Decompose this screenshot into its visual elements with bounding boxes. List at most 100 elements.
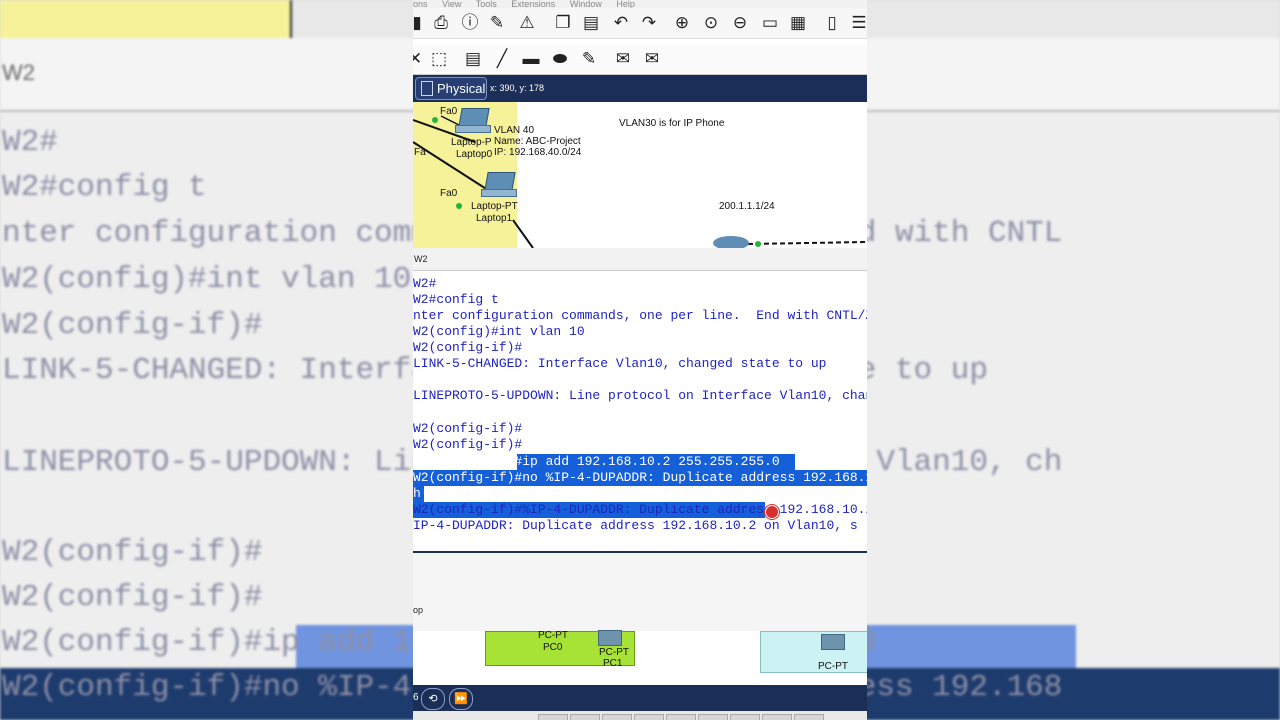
- select-icon[interactable]: ⬚: [429, 49, 449, 69]
- terminal-line-selected: W2(config-if)#no %IP-4-DUPADDR: Duplicat…: [413, 470, 867, 485]
- device-slot[interactable]: [538, 714, 568, 720]
- vlan-area-green: PC-PT PC0 PC-PT PC1: [485, 630, 635, 669]
- bg-line: W2#: [2, 125, 58, 160]
- info-icon[interactable]: ⓘ: [460, 13, 480, 33]
- link-line: [512, 219, 534, 248]
- save-icon[interactable]: ▮: [413, 13, 427, 33]
- device-slot[interactable]: [666, 714, 696, 720]
- link-status-dot: [755, 241, 761, 247]
- device-slot[interactable]: [794, 714, 824, 720]
- drawing-palette-icon[interactable]: ▭: [760, 13, 780, 33]
- router-icon[interactable]: [713, 236, 749, 248]
- device-palette-strip: [413, 711, 867, 720]
- packet-tracer-window: ons View Tools Extensions Window Help ▮ …: [413, 0, 867, 720]
- topology-canvas[interactable]: Fa0 Fa Fa0 Laptop-P Laptop0 Laptop-PT La…: [413, 102, 867, 248]
- main-toolbar: ▮ ⎙ ⓘ ✎ ⚠ ❐ ▤ ↶ ↷ ⊕ ⊙ ⊖ ▭ ▦ ▯ ☰: [413, 8, 867, 39]
- terminal-line: W2#config t: [413, 292, 499, 307]
- activity-wizard-icon[interactable]: ⚠: [517, 13, 537, 33]
- copy-icon[interactable]: ❐: [553, 13, 573, 33]
- cli-footer-label: op: [413, 605, 424, 615]
- terminal-line: IP-4-DUPADDR: Duplicate address 192.168.…: [413, 518, 858, 533]
- pc1-name: PC1: [603, 658, 623, 669]
- terminal-line: W2#: [413, 276, 437, 291]
- realtime-clock-icon[interactable]: ⟲: [421, 688, 445, 710]
- device-slot[interactable]: [698, 714, 728, 720]
- fast-forward-icon[interactable]: ⏩: [449, 688, 473, 710]
- cli-footer: op: [413, 553, 867, 631]
- bg-line: W2(config-if)#: [2, 308, 263, 343]
- pc2-icon[interactable]: [821, 634, 845, 650]
- menu-item[interactable]: Window: [570, 0, 602, 8]
- vlan40-ip: IP: 192.168.40.0/24: [494, 147, 582, 158]
- vlan-area-cyan: PC-PT: [760, 631, 867, 673]
- laptop1-icon[interactable]: [481, 172, 517, 197]
- pc1-icon[interactable]: [598, 630, 622, 646]
- simulation-status-bar: 6 ⟲ ⏩: [413, 685, 867, 711]
- device-slot[interactable]: [634, 714, 664, 720]
- status-digit: 6: [413, 692, 419, 703]
- vlan40-title: VLAN 40: [494, 125, 535, 136]
- zoom-reset-icon[interactable]: ⊙: [701, 13, 721, 33]
- terminal-line-selected: W2(config-if)#ip add 192.168.10.2 255.25…: [413, 454, 780, 469]
- menu-item[interactable]: Help: [616, 0, 635, 8]
- undo-icon[interactable]: ↶: [611, 13, 631, 33]
- bg-line: W2(config-if)#: [2, 580, 263, 615]
- pc1-type: PC-PT: [599, 647, 629, 658]
- network-wizard-icon[interactable]: ✎: [487, 13, 507, 33]
- simple-pdu-icon[interactable]: ✉: [613, 49, 633, 69]
- link-status-dot: [456, 203, 462, 209]
- bg-yellow-area: [0, 0, 290, 38]
- device-slot[interactable]: [570, 714, 600, 720]
- cli-window-titlebar: W2: [413, 248, 867, 271]
- close-icon[interactable]: ✕: [413, 49, 425, 69]
- custom-device-icon[interactable]: ▦: [788, 13, 808, 33]
- menu-bar: ons View Tools Extensions Window Help: [413, 0, 867, 8]
- link-line: [747, 241, 867, 245]
- laptop1-name: Laptop1: [476, 213, 513, 224]
- mouse-cursor-indicator: [765, 505, 779, 519]
- laptop0-name: Laptop0: [456, 149, 493, 160]
- rectangle-icon[interactable]: ▬: [521, 49, 541, 69]
- bg-line: W2#config t: [2, 170, 207, 205]
- router-ip-label: 200.1.1.1/24: [719, 201, 775, 212]
- paste-icon[interactable]: ▤: [581, 13, 601, 33]
- cursor-coordinates: x: 390, y: 178: [490, 83, 545, 93]
- vlan30-note: VLAN30 is for IP Phone: [619, 118, 725, 129]
- note-icon[interactable]: ▤: [463, 49, 483, 69]
- tab-physical[interactable]: Physical: [415, 77, 487, 100]
- device-slot[interactable]: [602, 714, 632, 720]
- laptop0-type: Laptop-P: [451, 137, 492, 148]
- viewport-icon[interactable]: ▯: [822, 13, 842, 33]
- lower-topology-canvas[interactable]: PC-PT PC0 PC-PT PC1 PC-PT: [413, 630, 867, 685]
- menu-item[interactable]: View: [442, 0, 461, 8]
- terminal-line: W2(config)#int vlan 10: [413, 324, 585, 339]
- complex-pdu-icon[interactable]: ✉: [642, 49, 662, 69]
- device-slot[interactable]: [762, 714, 792, 720]
- cli-terminal[interactable]: W2# W2#config t nter configuration comma…: [413, 271, 867, 553]
- print-icon[interactable]: ⎙: [431, 13, 451, 33]
- terminal-line-partial-selected: W2(config-if)#%IP-4-DUPADDR: Duplicate a…: [413, 502, 867, 517]
- tab-physical-label: Physical: [437, 81, 486, 96]
- menu-item[interactable]: Extensions: [511, 0, 555, 8]
- freeform-icon[interactable]: ✎: [579, 49, 599, 69]
- zoom-out-icon[interactable]: ⊖: [730, 13, 750, 33]
- terminal-line: W2(config-if)#: [413, 340, 523, 355]
- bg-line: W2(config-if)#: [2, 535, 263, 570]
- redo-icon[interactable]: ↷: [639, 13, 659, 33]
- device-slot[interactable]: [730, 714, 760, 720]
- terminal-line: W2(config-if)#: [413, 437, 523, 452]
- pc0-type: PC-PT: [538, 630, 568, 641]
- overflow-icon[interactable]: ☰: [849, 13, 867, 33]
- terminal-line: LINK-5-CHANGED: Interface Vlan10, change…: [413, 356, 827, 371]
- port-label: Fa: [414, 147, 426, 158]
- menu-item[interactable]: ons: [413, 0, 428, 8]
- menu-item[interactable]: Tools: [476, 0, 497, 8]
- terminal-line: LINEPROTO-5-UPDOWN: Line protocol on Int…: [413, 388, 867, 403]
- ellipse-icon[interactable]: ⬬: [550, 49, 570, 69]
- vlan40-name: Name: ABC-Project: [494, 136, 581, 147]
- cli-window-title: W2: [414, 254, 428, 264]
- laptop0-icon[interactable]: [455, 108, 491, 133]
- zoom-in-icon[interactable]: ⊕: [672, 13, 692, 33]
- line-icon[interactable]: ╱: [492, 49, 512, 69]
- terminal-line-selected: h: [413, 486, 421, 501]
